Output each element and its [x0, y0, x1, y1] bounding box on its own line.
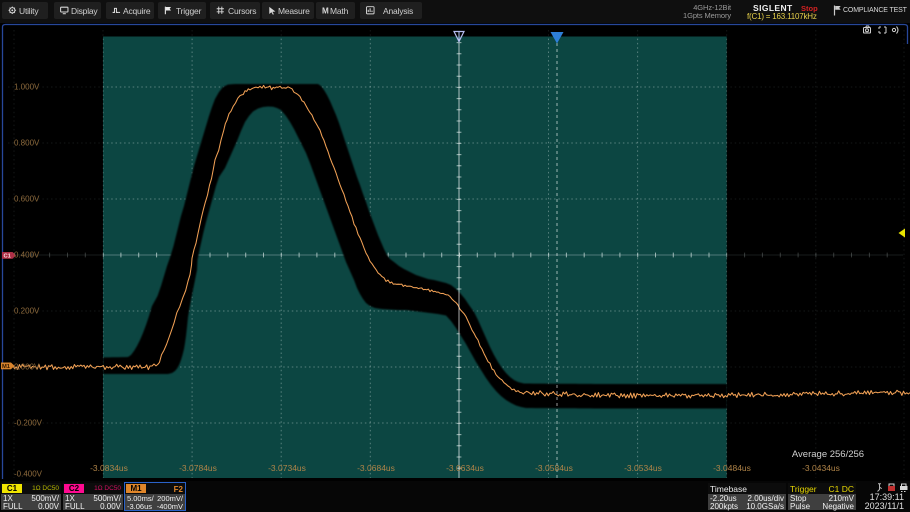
svg-text:0.000V: 0.000V — [14, 363, 40, 372]
svg-text:-3.0584us: -3.0584us — [535, 463, 573, 473]
svg-text:1.000V: 1.000V — [14, 83, 40, 92]
svg-text:-3.0434us: -3.0434us — [802, 463, 840, 473]
svg-text:M: M — [322, 6, 329, 15]
svg-text:C1: C1 — [3, 254, 11, 260]
svg-text:-3.0684us: -3.0684us — [357, 463, 395, 473]
svg-text:-3.0784us: -3.0784us — [179, 463, 217, 473]
svg-text:Average 256/256: Average 256/256 — [792, 449, 864, 460]
svg-text:-0.400V: -0.400V — [14, 470, 43, 479]
svg-text:-3.0534us: -3.0534us — [624, 463, 662, 473]
svg-text:0.400V: 0.400V — [14, 251, 40, 260]
svg-text:0.600V: 0.600V — [14, 195, 40, 204]
svg-text:-0.200V: -0.200V — [14, 419, 43, 428]
svg-text:-3.0484us: -3.0484us — [713, 463, 751, 473]
svg-text:0.800V: 0.800V — [14, 139, 40, 148]
svg-text:M1: M1 — [2, 364, 11, 370]
svg-text:-3.0734us: -3.0734us — [268, 463, 306, 473]
svg-text:-3.0834us: -3.0834us — [90, 463, 128, 473]
svg-text:0.200V: 0.200V — [14, 307, 40, 316]
svg-text:-3.0634us: -3.0634us — [446, 463, 484, 473]
